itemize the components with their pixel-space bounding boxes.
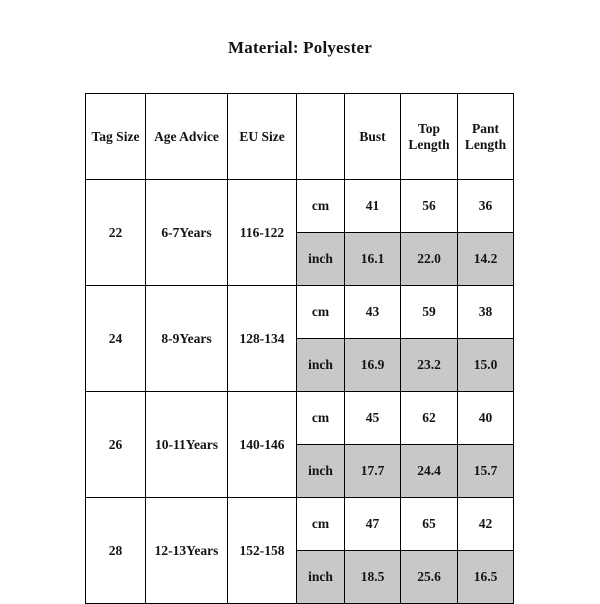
cell-top-length-cm: 59 <box>400 285 458 339</box>
cell-tag-size: 26 <box>85 391 146 498</box>
header-age-advice: Age Advice <box>145 93 228 180</box>
cell-top-length-inch: 23.2 <box>400 338 458 392</box>
header-unit <box>296 93 345 180</box>
table-header-row: Tag Size Age Advice EU Size Bust Top Len… <box>85 93 514 180</box>
size-chart-table: Tag Size Age Advice EU Size Bust Top Len… <box>85 93 514 604</box>
cell-age-advice: 8-9Years <box>145 285 228 392</box>
cell-pant-length-cm: 40 <box>457 391 514 445</box>
cell-eu-size: 128-134 <box>227 285 297 392</box>
cell-top-length-cm: 65 <box>400 497 458 551</box>
cell-top-length-inch: 25.6 <box>400 550 458 604</box>
cell-bust-inch: 17.7 <box>344 444 401 498</box>
cell-bust-inch: 16.9 <box>344 338 401 392</box>
header-eu-size: EU Size <box>227 93 297 180</box>
cell-tag-size: 22 <box>85 179 146 286</box>
cell-age-advice: 12-13Years <box>145 497 228 604</box>
table-row: 28 12-13Years 152-158 cm 47 65 42 <box>85 497 514 604</box>
cell-pant-length-inch: 16.5 <box>457 550 514 604</box>
cell-pant-length-inch: 15.0 <box>457 338 514 392</box>
cell-top-length-inch: 24.4 <box>400 444 458 498</box>
cell-pant-length-inch: 14.2 <box>457 232 514 286</box>
cell-tag-size: 24 <box>85 285 146 392</box>
table-row: 22 6-7Years 116-122 cm 41 56 36 <box>85 179 514 286</box>
cell-age-advice: 10-11Years <box>145 391 228 498</box>
cell-pant-length-cm: 36 <box>457 179 514 233</box>
cell-eu-size: 140-146 <box>227 391 297 498</box>
document-page: Material: Polyester Tag Size Age Advice … <box>0 0 600 604</box>
cell-tag-size: 28 <box>85 497 146 604</box>
cell-unit-inch: inch <box>296 338 345 392</box>
header-tag-size: Tag Size <box>85 93 146 180</box>
header-bust: Bust <box>344 93 401 180</box>
cell-age-advice: 6-7Years <box>145 179 228 286</box>
cell-unit-cm: cm <box>296 285 345 339</box>
table-row: 26 10-11Years 140-146 cm 45 62 40 <box>85 391 514 498</box>
cell-bust-cm: 45 <box>344 391 401 445</box>
page-title: Material: Polyester <box>228 38 372 57</box>
cell-unit-cm: cm <box>296 497 345 551</box>
cell-top-length-cm: 62 <box>400 391 458 445</box>
cell-bust-inch: 18.5 <box>344 550 401 604</box>
cell-bust-cm: 43 <box>344 285 401 339</box>
cell-pant-length-cm: 42 <box>457 497 514 551</box>
cell-pant-length-cm: 38 <box>457 285 514 339</box>
cell-bust-cm: 47 <box>344 497 401 551</box>
cell-pant-length-inch: 15.7 <box>457 444 514 498</box>
cell-top-length-cm: 56 <box>400 179 458 233</box>
header-top-length: Top Length <box>400 93 458 180</box>
header-pant-length: Pant Length <box>457 93 514 180</box>
cell-eu-size: 116-122 <box>227 179 297 286</box>
cell-unit-inch: inch <box>296 444 345 498</box>
cell-eu-size: 152-158 <box>227 497 297 604</box>
cell-top-length-inch: 22.0 <box>400 232 458 286</box>
cell-bust-cm: 41 <box>344 179 401 233</box>
cell-unit-inch: inch <box>296 232 345 286</box>
cell-unit-inch: inch <box>296 550 345 604</box>
cell-bust-inch: 16.1 <box>344 232 401 286</box>
cell-unit-cm: cm <box>296 179 345 233</box>
cell-unit-cm: cm <box>296 391 345 445</box>
table-row: 24 8-9Years 128-134 cm 43 59 38 <box>85 285 514 392</box>
